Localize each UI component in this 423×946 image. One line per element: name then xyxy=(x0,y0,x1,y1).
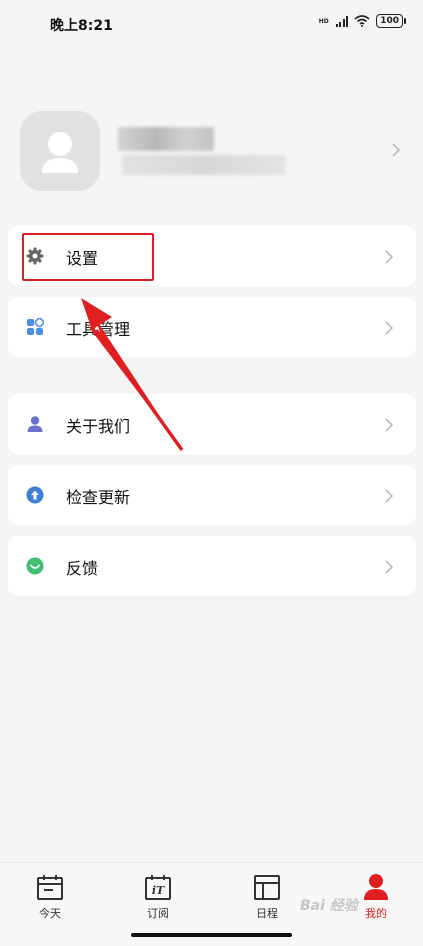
tab-label: 今天 xyxy=(39,907,61,920)
menu-item-about[interactable]: 关于我们 xyxy=(8,394,416,454)
menu-item-label: 工具管理 xyxy=(66,320,131,339)
status-bar: 晚上8:21 HD 100 xyxy=(0,0,423,48)
menu-item-update[interactable]: 检查更新 xyxy=(8,465,416,525)
annotation-highlight-box xyxy=(22,233,154,281)
menu-item-label: 反馈 xyxy=(66,559,99,578)
user-info-blurred xyxy=(122,155,286,175)
smile-circle-icon xyxy=(26,557,44,575)
calendar-today-icon xyxy=(37,875,63,900)
avatar[interactable] xyxy=(20,111,100,191)
chevron-right-icon xyxy=(385,250,394,264)
menu-item-label: 检查更新 xyxy=(66,488,131,507)
tab-label: 订阅 xyxy=(147,907,169,920)
watermark: Bai 经验 xyxy=(300,898,358,914)
home-indicator xyxy=(131,933,292,937)
menu-item-tools[interactable]: 工具管理 xyxy=(8,297,416,357)
menu-item-feedback[interactable]: 反馈 xyxy=(8,536,416,596)
tab-today[interactable]: 今天 xyxy=(10,863,90,933)
svg-text:iT: iT xyxy=(152,884,165,897)
arrow-up-circle-icon xyxy=(26,486,44,504)
battery-indicator: 100 xyxy=(376,14,406,28)
grid-apps-icon xyxy=(27,318,44,335)
tab-label: 日程 xyxy=(256,907,278,920)
chevron-right-icon xyxy=(385,321,394,335)
tab-schedule[interactable]: 日程 xyxy=(227,863,307,933)
network-type-label: HD xyxy=(318,17,329,25)
feedback-card: 反馈 xyxy=(8,536,416,596)
profile-header[interactable] xyxy=(0,105,423,197)
person-filled-icon xyxy=(364,874,388,900)
tools-card: 工具管理 xyxy=(8,297,416,357)
status-icons: HD 100 xyxy=(318,14,406,28)
username-blurred xyxy=(118,127,214,151)
status-time: 晚上8:21 xyxy=(50,18,113,34)
menu-item-label: 关于我们 xyxy=(66,417,131,436)
cellular-signal-icon xyxy=(335,15,349,27)
tab-subscribe[interactable]: iT 订阅 xyxy=(118,863,198,933)
chevron-right-icon xyxy=(392,143,401,157)
chevron-right-icon xyxy=(385,418,394,432)
wifi-icon xyxy=(354,15,370,27)
chevron-right-icon xyxy=(385,560,394,574)
person-silhouette-icon xyxy=(42,132,78,173)
person-icon xyxy=(27,416,43,432)
calendar-subscribe-icon: iT xyxy=(145,875,171,900)
schedule-layout-icon xyxy=(254,875,280,900)
update-card: 检查更新 xyxy=(8,465,416,525)
about-card: 关于我们 xyxy=(8,394,416,454)
chevron-right-icon xyxy=(385,489,394,503)
